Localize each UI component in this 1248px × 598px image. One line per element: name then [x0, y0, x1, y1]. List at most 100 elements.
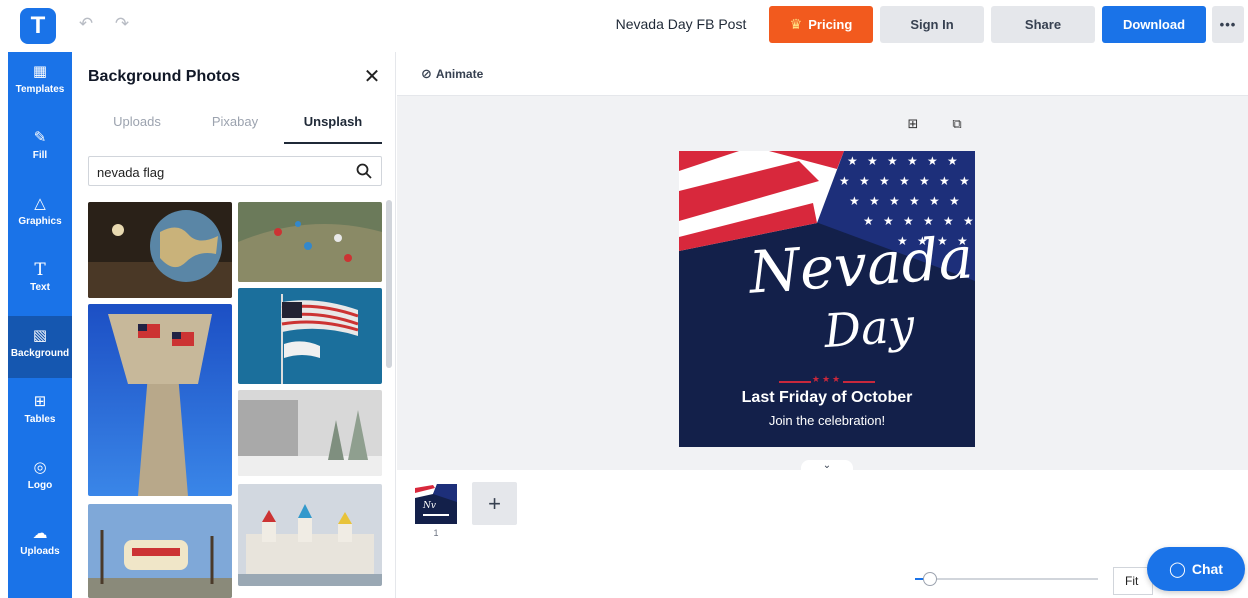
- add-page-icon[interactable]: ⊞: [905, 116, 921, 132]
- background-icon: ▧: [32, 327, 48, 344]
- svg-text:★: ★: [883, 214, 894, 228]
- animate-button[interactable]: ⊘ Animate: [421, 66, 483, 82]
- svg-text:★: ★: [859, 174, 870, 188]
- photo-globe-image: [88, 202, 232, 298]
- svg-text:★: ★: [887, 154, 898, 168]
- photo-aerial-camp[interactable]: [238, 202, 382, 282]
- decorative-stars: ★★★: [811, 374, 843, 385]
- sidebar-item-templates[interactable]: ▦ Templates: [8, 52, 72, 114]
- cloud-upload-icon: ☁: [32, 525, 48, 542]
- redo-icon[interactable]: ↷: [112, 14, 132, 34]
- photo-las-vegas-sign[interactable]: [88, 504, 232, 598]
- sidebar-item-label: Text: [30, 282, 50, 293]
- svg-text:★: ★: [889, 194, 900, 208]
- svg-text:★: ★: [949, 194, 960, 208]
- logo-icon: ◎: [33, 459, 47, 476]
- photo-aerial-camp-image: [238, 202, 382, 282]
- sidebar-item-graphics[interactable]: △ Graphics: [8, 184, 72, 246]
- svg-text:★: ★: [947, 154, 958, 168]
- sidebar-item-logo[interactable]: ◎ Logo: [8, 448, 72, 510]
- page-thumbnail[interactable]: Nv: [415, 484, 457, 524]
- animate-icon: ⊘: [421, 66, 432, 81]
- search-input[interactable]: [97, 163, 337, 181]
- svg-text:★: ★: [939, 174, 950, 188]
- text-icon: T: [34, 260, 46, 280]
- svg-text:★: ★: [839, 174, 850, 188]
- sidebar-item-uploads[interactable]: ☁ Uploads: [8, 514, 72, 576]
- pricing-button[interactable]: ♛ Pricing: [769, 6, 873, 43]
- pen-icon: ✎: [33, 129, 47, 146]
- tab-pixabay[interactable]: Pixabay: [186, 114, 284, 144]
- share-button[interactable]: Share: [991, 6, 1095, 43]
- svg-text:★: ★: [959, 174, 970, 188]
- search-icon[interactable]: [355, 162, 373, 180]
- background-photos-panel: Background Photos ✕ Uploads Pixabay Unsp…: [72, 52, 396, 598]
- panel-title: Background Photos: [88, 68, 241, 85]
- document-title[interactable]: Nevada Day FB Post: [606, 16, 756, 32]
- svg-text:★: ★: [899, 174, 910, 188]
- chat-button[interactable]: ◯ Chat: [1147, 547, 1245, 591]
- shapes-icon: △: [34, 195, 46, 212]
- design-headline: Last Friday of October: [741, 389, 913, 406]
- tab-uploads[interactable]: Uploads: [88, 114, 186, 144]
- duplicate-page-icon[interactable]: ⧉: [949, 116, 965, 132]
- photo-waving-flags[interactable]: [238, 288, 382, 384]
- design-canvas[interactable]: ★ ★ ★ ★ ★ ★ ★ ★ ★ ★ ★ ★ ★ ★ ★ ★ ★ ★ ★ ★ ★ ★ ★ ★ ★ ★ ★ ★ ★ Nevada…: [679, 151, 975, 447]
- photo-palm-flags-image: [88, 304, 232, 496]
- sidebar-item-label: Graphics: [18, 216, 62, 227]
- top-bar: T ↶ ↷ Nevada Day FB Post ♛ Pricing Sign I…: [0, 0, 1248, 50]
- app-logo[interactable]: T: [20, 8, 56, 44]
- chat-label: Chat: [1191, 561, 1223, 577]
- zoom-slider-track[interactable]: [915, 578, 1098, 580]
- sidebar-item-label: Uploads: [20, 546, 60, 557]
- sidebar-item-label: Logo: [27, 480, 53, 491]
- more-options-button[interactable]: •••: [1212, 6, 1244, 43]
- photo-globe[interactable]: [88, 202, 232, 298]
- sidebar-item-label: Fill: [32, 150, 48, 161]
- sidebar-item-background[interactable]: ▧ Background: [8, 316, 72, 378]
- page-thumbnail-image: Nv: [415, 484, 457, 524]
- undo-icon[interactable]: ↶: [76, 14, 96, 34]
- sidebar-item-label: Templates: [15, 84, 65, 95]
- svg-text:★: ★: [879, 174, 890, 188]
- sidebar-rail: ▦ Templates ✎ Fill △ Graphics T Text ▧ B…: [8, 52, 72, 598]
- canvas-toolbar: ⊘ Animate: [397, 52, 1248, 96]
- tab-unsplash[interactable]: Unsplash: [284, 114, 382, 144]
- photo-las-vegas-sign-image: [88, 504, 232, 598]
- svg-text:Nv: Nv: [422, 501, 436, 511]
- search-box: [88, 156, 382, 186]
- sidebar-item-tables[interactable]: ⊞ Tables: [8, 382, 72, 444]
- photo-excalibur-castle[interactable]: [238, 484, 382, 586]
- sidebar-item-label: Background: [10, 348, 70, 359]
- svg-text:★: ★: [867, 154, 878, 168]
- close-icon[interactable]: ✕: [361, 66, 383, 88]
- sidebar-item-text[interactable]: T Text: [8, 250, 72, 312]
- panel-scrollbar[interactable]: [386, 200, 392, 368]
- table-icon: ⊞: [33, 393, 47, 410]
- animate-label: Animate: [435, 67, 484, 81]
- chevron-down-icon: ⌄: [822, 460, 832, 471]
- svg-text:★: ★: [903, 214, 914, 228]
- design-title-line2: Day: [822, 297, 917, 359]
- svg-text:★: ★: [847, 154, 858, 168]
- expand-pages-button[interactable]: ⌄: [801, 460, 853, 472]
- photo-snowy-street[interactable]: [238, 390, 382, 476]
- download-button[interactable]: Download: [1102, 6, 1206, 43]
- svg-text:★: ★: [869, 194, 880, 208]
- canvas-area: ⊞ ⧉ ★ ★ ★ ★ ★ ★ ★ ★ ★ ★ ★ ★ ★ ★ ★ ★ ★ ★ ★ ★ ★ ★ ★ ★ ★ ★ ★ ★ ★ Ne…: [397, 96, 1248, 472]
- sign-in-button[interactable]: Sign In: [880, 6, 984, 43]
- svg-text:★: ★: [919, 174, 930, 188]
- photo-excalibur-castle-image: [238, 484, 382, 586]
- svg-text:★: ★: [929, 194, 940, 208]
- svg-text:★: ★: [863, 214, 874, 228]
- sidebar-item-fill[interactable]: ✎ Fill: [8, 118, 72, 180]
- photo-waving-flags-image: [238, 288, 382, 384]
- svg-text:★: ★: [909, 194, 920, 208]
- add-page-button[interactable]: +: [472, 482, 517, 525]
- crown-icon: ♛: [789, 16, 803, 32]
- sidebar-item-label: Tables: [24, 414, 56, 425]
- zoom-slider-handle[interactable]: [923, 572, 937, 586]
- photo-palm-flags[interactable]: [88, 304, 232, 496]
- pricing-label: Pricing: [808, 17, 853, 32]
- svg-text:★: ★: [927, 154, 938, 168]
